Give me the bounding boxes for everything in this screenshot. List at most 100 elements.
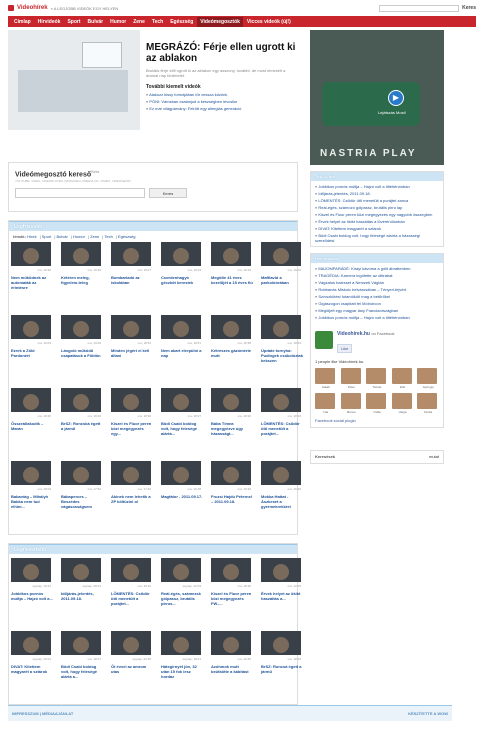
- video-thumbnail[interactable]: [161, 461, 201, 485]
- video-card[interactable]: ma, 17:40 Akinek nem lehetik a ZP költüzí…: [111, 461, 153, 534]
- featured-link[interactable]: Alakozz kissy formájában tűr vessza közö…: [146, 92, 298, 97]
- video-title[interactable]: Összeállakodik – Marán: [11, 421, 53, 431]
- video-thumbnail[interactable]: [161, 558, 201, 582]
- fan-avatar[interactable]: Peter: [340, 368, 363, 389]
- video-title[interactable]: DIVAT: Kitettem magyarét a sztárok: [11, 664, 53, 674]
- featured-thumbnail[interactable]: [8, 30, 140, 130]
- sidebar-link[interactable]: Jobbikos pornós múltja – Hajzó volt a ti…: [315, 314, 439, 321]
- video-card[interactable]: ma, 19:27 Bombariadó az iskolában: [111, 242, 153, 315]
- video-card[interactable]: ma, 18:46 BrSZ: Roncsá égett a jármű: [261, 631, 303, 704]
- video-title[interactable]: LÖMENTÉS: Csődör ütő menetült a porájtet…: [261, 421, 303, 436]
- fan-avatar[interactable]: Tamás: [366, 368, 388, 389]
- video-thumbnail[interactable]: [211, 388, 251, 412]
- video-thumbnail[interactable]: [261, 558, 301, 582]
- video-card[interactable]: ma, 18:20 Bába Tímea megegyézve úgy házas…: [211, 388, 253, 461]
- video-title[interactable]: Öt évvel az amrom utas: [111, 664, 153, 674]
- video-thumbnail[interactable]: [11, 631, 51, 655]
- video-thumbnail[interactable]: [161, 315, 201, 339]
- sidebar-link[interactable]: Bödi Csabi boldog volt, hogy feleségé al…: [315, 232, 439, 244]
- search-input[interactable]: [379, 4, 460, 12]
- video-thumbnail[interactable]: [61, 631, 101, 655]
- video-thumbnail[interactable]: [161, 242, 201, 266]
- video-card[interactable]: ma, 17:52 Bábaperces – Beszédes vágásossá…: [61, 461, 103, 534]
- video-card[interactable]: tegnap, 20:01 Időjárás-jelentés, 2011.09.…: [61, 558, 103, 631]
- video-thumbnail[interactable]: [11, 558, 51, 582]
- category-link[interactable]: Hírek: [27, 234, 37, 239]
- video-title[interactable]: Azóhmok mutt beütkötte a kábitást: [211, 664, 253, 674]
- video-thumbnail[interactable]: [61, 558, 101, 582]
- fan-avatar[interactable]: Helga: [391, 393, 414, 414]
- video-card[interactable]: ma, 18:03 Babavíág – Mihályh Babka nem tu…: [11, 461, 53, 534]
- nav-item[interactable]: Sport: [64, 17, 83, 27]
- video-title[interactable]: Maffiavid a parkolóórában: [261, 275, 303, 285]
- video-card[interactable]: ma, 19:00 Lángoló működő csapatások a Föl…: [61, 315, 103, 388]
- video-thumbnail[interactable]: [61, 242, 101, 266]
- fan-avatar[interactable]: Dorka: [417, 393, 439, 414]
- nav-item[interactable]: Egészség: [167, 17, 196, 27]
- sidebar-link[interactable]: Időjárás-jelentés, 2011.09.18.: [315, 190, 439, 197]
- video-title[interactable]: BrSZ: Roncsá égett a jármű: [261, 664, 303, 674]
- video-thumbnail[interactable]: [161, 631, 201, 655]
- video-thumbnail[interactable]: [61, 315, 101, 339]
- category-link[interactable]: Sport: [42, 234, 52, 239]
- video-title[interactable]: BrSZ: Roncská égett a jármű: [61, 421, 103, 431]
- fan-avatar[interactable]: Nai: [315, 393, 337, 414]
- video-thumbnail[interactable]: [261, 631, 301, 655]
- category-link[interactable]: Tech: [104, 234, 112, 239]
- video-title[interactable]: Jobbikos pornós múltja – Hajzó volt a...: [11, 591, 53, 601]
- video-search-button[interactable]: Keres: [149, 188, 187, 199]
- nav-item[interactable]: Humor: [107, 17, 129, 27]
- category-link[interactable]: Egészség: [118, 234, 136, 239]
- video-thumbnail[interactable]: [261, 242, 301, 266]
- featured-link[interactable]: Ez már világpárvány: Felrött egy allergi…: [146, 106, 298, 111]
- video-title[interactable]: Reál-égés, számezsk gólpassz, brutális p…: [161, 591, 203, 606]
- video-title[interactable]: Bödi Csabi boldog volt, hogy feleségé al…: [61, 664, 103, 679]
- video-card[interactable]: ma, 18:46 BrSZ: Roncská égett a jármű: [61, 388, 103, 461]
- video-title[interactable]: Csordenhagyó géczköt kerestek: [161, 275, 203, 285]
- video-title[interactable]: Bába Tímea megegyézve úgy házasságt...: [211, 421, 253, 436]
- sidebar-link[interactable]: Reál-égés, számozó gólpassz, brutális pi…: [315, 204, 439, 211]
- video-thumbnail[interactable]: [261, 388, 301, 412]
- video-card[interactable]: tegnap, 20:01 DIVAT: Kitettem magyarét a …: [11, 631, 53, 704]
- searches-more-link[interactable]: mutat: [429, 454, 439, 460]
- video-thumbnail[interactable]: [111, 558, 151, 582]
- footer-credit[interactable]: KÉSZÍTETTE A WOW: [408, 711, 448, 716]
- video-title[interactable]: Update tornyha: Pudingek csókolóztak kek…: [261, 348, 303, 363]
- video-card[interactable]: ma, 18:27 Bödi Csabi boldog volt, hogy fe…: [161, 388, 203, 461]
- featured-title[interactable]: MEGRÁZÓ: Férje ellen ugrott ki az ablako…: [146, 30, 298, 64]
- video-thumbnail[interactable]: [211, 242, 251, 266]
- video-card[interactable]: ma, 18:51 Nem akart elrepülni a nap: [161, 315, 203, 388]
- video-card[interactable]: ma, 16:46 Azóhmok mutt beütkötte a kábitá…: [211, 631, 253, 704]
- video-card[interactable]: ma, 19:30 Kétéren meleg, figyelem-teleg: [61, 242, 103, 315]
- video-card[interactable]: tegnap, 18:41 Hátegírnyét jön, 32 után 15…: [161, 631, 203, 704]
- video-thumbnail[interactable]: [261, 315, 301, 339]
- fan-avatar[interactable]: Jakab: [315, 368, 337, 389]
- video-thumbnail[interactable]: [111, 315, 151, 339]
- video-card[interactable]: ma, 18:10 LÖMENTÉS: Csődör ütő menetült a…: [111, 558, 153, 631]
- video-title[interactable]: Nem akart elrepülni a nap: [161, 348, 203, 358]
- video-title[interactable]: Fruzsi Hajdú Péternel – 2011.09.18.: [211, 494, 253, 504]
- video-title[interactable]: Kétrészes gázómérte mutt: [211, 348, 253, 358]
- nav-item[interactable]: Bulvár: [85, 17, 107, 27]
- video-card[interactable]: ma, 12:05 Érvek helyet az ökikt haszáitás…: [261, 558, 303, 631]
- video-card[interactable]: ma, 18:16 LÖMENTÉS: Csődör ütő menetült a…: [261, 388, 303, 461]
- video-title[interactable]: Hátegírnyét jön, 32 után 15 fok lesz hor…: [161, 664, 203, 679]
- nav-item[interactable]: Hírvideók: [35, 17, 64, 27]
- facebook-like-button[interactable]: Like: [337, 344, 353, 353]
- nav-item[interactable]: Zene: [130, 17, 148, 27]
- video-title[interactable]: Kiszel és Fluor peren közi megegyezés FW…: [211, 591, 253, 606]
- video-search-input[interactable]: [15, 188, 145, 199]
- nav-item[interactable]: Vicces videók (új!): [244, 17, 294, 27]
- video-card[interactable]: ma, 18:30 Kiszel és Fluor peren közi mege…: [111, 388, 153, 461]
- sidebar-link[interactable]: Vágzatos balesset a Nemzeti Vágtán: [315, 279, 439, 286]
- sidebar-link[interactable]: Gigászogon csapitatt fel Molnórcon: [315, 300, 439, 307]
- video-card[interactable]: ma, 16:48 Magfátor - 2011.09.17.: [161, 461, 203, 534]
- video-title[interactable]: Kiszel és Fluor peren közi megegyezés eg…: [111, 421, 153, 436]
- search-button[interactable]: Keres: [462, 5, 476, 11]
- sidebar-link[interactable]: Szívszkötési futamökötl mag a betűrőkel: [315, 293, 439, 300]
- sidebar-link[interactable]: Robbanás Miskolc belvárosában – Tényeri-…: [315, 286, 439, 293]
- fan-avatar[interactable]: Csilla: [366, 393, 388, 414]
- sidebar-link[interactable]: MAJOMPARÁDÉ: Kiráyi kávoma a gólit ábrat…: [315, 265, 439, 272]
- video-thumbnail[interactable]: [211, 461, 251, 485]
- video-thumbnail[interactable]: [11, 315, 51, 339]
